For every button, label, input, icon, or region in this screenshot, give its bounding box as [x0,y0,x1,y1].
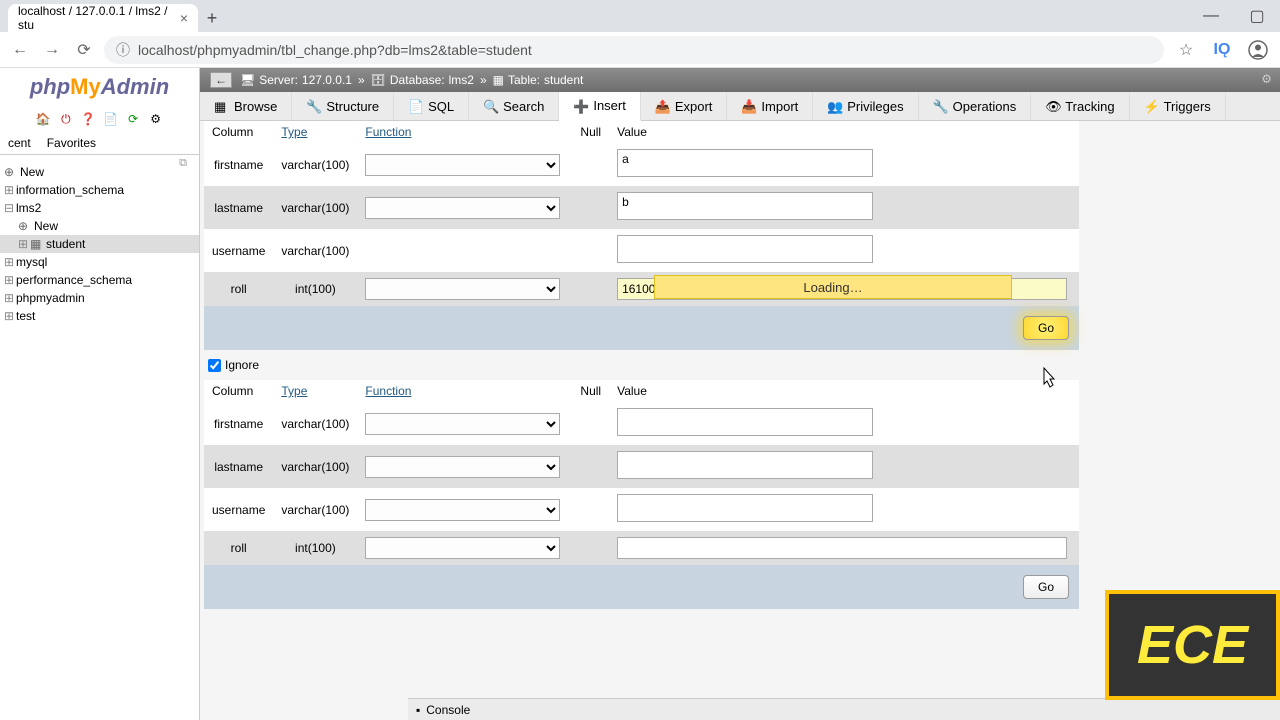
function-select[interactable] [365,278,560,300]
tab-title: localhost / 127.0.0.1 / lms2 / stu [18,4,180,32]
info-icon: ⓘ [116,40,130,60]
loading-overlay: Loading… [654,275,1012,299]
logout-icon[interactable]: ⏻ [58,112,74,128]
value-input-lastname-2[interactable] [617,451,873,479]
insert-table-1: Column Type Function Null Value firstnam… [204,121,1079,350]
go-row-2: Go [204,565,1079,609]
tree-information-schema[interactable]: ⊞information_schema [0,181,199,199]
tab-search[interactable]: 🔍Search [469,92,559,120]
back-button[interactable]: ← [8,38,32,62]
tab-tracking[interactable]: 👁Tracking [1031,92,1129,120]
tree-new[interactable]: ⊕New [0,163,179,181]
crumb-table[interactable]: ▦ Table: student [493,73,584,87]
tab-operations[interactable]: 🔧Operations [919,92,1032,120]
sidebar: phpMyAdmin 🏠 ⏻ ❓ 📄 ⟳ ⚙ cent Favorites ⧉ … [0,68,200,720]
tab-privileges[interactable]: 👥Privileges [813,92,918,120]
collapse-sidebar-button[interactable]: ← [210,72,232,88]
go-button-1[interactable]: Go [1023,316,1069,340]
tab-insert[interactable]: ➕Insert [559,92,641,121]
url-text: localhost/phpmyadmin/tbl_change.php?db=l… [138,42,532,58]
maximize-button[interactable]: ▢ [1234,0,1280,32]
tab-export[interactable]: 📤Export [641,92,728,120]
value-input-username-2[interactable] [617,494,873,522]
row-lastname-1: lastname varchar(100) [204,186,1079,229]
url-bar[interactable]: ⓘ localhost/phpmyadmin/tbl_change.php?db… [104,36,1164,64]
browser-tab[interactable]: localhost / 127.0.0.1 / lms2 / stu × [8,4,198,32]
value-input-lastname-1[interactable] [617,192,873,220]
go-button-2[interactable]: Go [1023,575,1069,599]
forward-button[interactable]: → [40,38,64,62]
function-select[interactable] [365,499,560,521]
breadcrumb: ← 🖥 Server: 127.0.0.1 » 🗄 Database: lms2… [200,68,1280,92]
row-firstname-1: firstname varchar(100) [204,143,1079,186]
row-username-1: username varchar(100) [204,229,1079,272]
tree-mysql[interactable]: ⊞mysql [0,253,199,271]
settings-icon[interactable]: ⚙ [148,112,164,128]
tree-lms2-new[interactable]: ⊕New [0,217,199,235]
ignore-checkbox[interactable] [208,359,221,372]
tab-triggers[interactable]: ⚡Triggers [1130,92,1226,120]
watermark: ECE [1105,590,1280,700]
extension-icon[interactable]: IǪ [1208,36,1236,64]
function-select[interactable] [365,537,560,559]
tree-student[interactable]: ⊞▦student [0,235,199,253]
row-roll-2: roll int(100) [204,531,1079,565]
value-input-firstname-2[interactable] [617,408,873,436]
header-type[interactable]: Type [273,121,357,143]
function-select[interactable] [365,413,560,435]
reload-nav-icon[interactable]: ⟳ [125,112,141,128]
sidebar-icons: 🏠 ⏻ ❓ 📄 ⟳ ⚙ [0,106,199,132]
row-firstname-2: firstname varchar(100) [204,402,1079,445]
profile-icon[interactable] [1244,36,1272,64]
header-function[interactable]: Function [357,121,572,143]
row-lastname-2: lastname varchar(100) [204,445,1079,488]
reload-button[interactable]: ⟳ [72,38,96,62]
tab-sql[interactable]: 📄SQL [394,92,469,120]
tab-favorites[interactable]: Favorites [39,132,104,154]
value-input-firstname-1[interactable] [617,149,873,177]
tree-phpmyadmin[interactable]: ⊞phpmyadmin [0,289,199,307]
insert-table-2: Column Type Function Null Value firstnam… [204,380,1079,609]
browser-tabs: localhost / 127.0.0.1 / lms2 / stu × + —… [0,0,1280,32]
phpmyadmin-logo: phpMyAdmin [0,68,199,106]
function-select[interactable] [365,154,560,176]
tab-browse[interactable]: ▦Browse [200,92,292,120]
tab-recent[interactable]: cent [0,132,39,154]
star-icon[interactable]: ☆ [1172,36,1200,64]
home-icon[interactable]: 🏠 [35,112,51,128]
header-null: Null [572,121,609,143]
console-icon: ▪ [416,703,420,717]
crumb-server[interactable]: 🖥 Server: 127.0.0.1 [240,73,352,87]
go-row-1: Go [204,306,1079,350]
tree-performance-schema[interactable]: ⊞performance_schema [0,271,199,289]
tab-structure[interactable]: 🔧Structure [292,92,394,120]
sidebar-tabs: cent Favorites [0,132,199,155]
tree-lms2[interactable]: ⊟lms2 [0,199,199,217]
crumb-database[interactable]: 🗄 Database: lms2 [371,73,474,87]
gear-icon[interactable]: ⚙ [1261,72,1272,86]
tree-test[interactable]: ⊞test [0,307,199,325]
nav-tabs: ▦Browse 🔧Structure 📄SQL 🔍Search ➕Insert … [200,92,1280,121]
collapse-icon[interactable]: ⧉ [179,157,187,170]
new-tab-button[interactable]: + [198,4,226,32]
ignore-row: Ignore [200,350,1280,380]
minimize-button[interactable]: — [1188,0,1234,32]
browser-toolbar: ← → ⟳ ⓘ localhost/phpmyadmin/tbl_change.… [0,32,1280,68]
console-bar[interactable]: ▪ Console [408,698,1280,720]
value-input-username-1[interactable] [617,235,873,263]
header-value: Value [609,121,1079,143]
tab-import[interactable]: 📥Import [727,92,813,120]
header-column: Column [204,121,273,143]
ignore-label: Ignore [225,358,259,372]
function-select[interactable] [365,456,560,478]
docs-icon[interactable]: ❓ [80,112,96,128]
db-tree: ⊕New ⊞information_schema ⊟lms2 ⊕New ⊞▦st… [0,159,199,329]
sql-icon[interactable]: 📄 [103,112,119,128]
row-username-2: username varchar(100) [204,488,1079,531]
value-input-roll-2[interactable] [617,537,1067,559]
function-select[interactable] [365,197,560,219]
close-tab-icon[interactable]: × [180,10,188,26]
